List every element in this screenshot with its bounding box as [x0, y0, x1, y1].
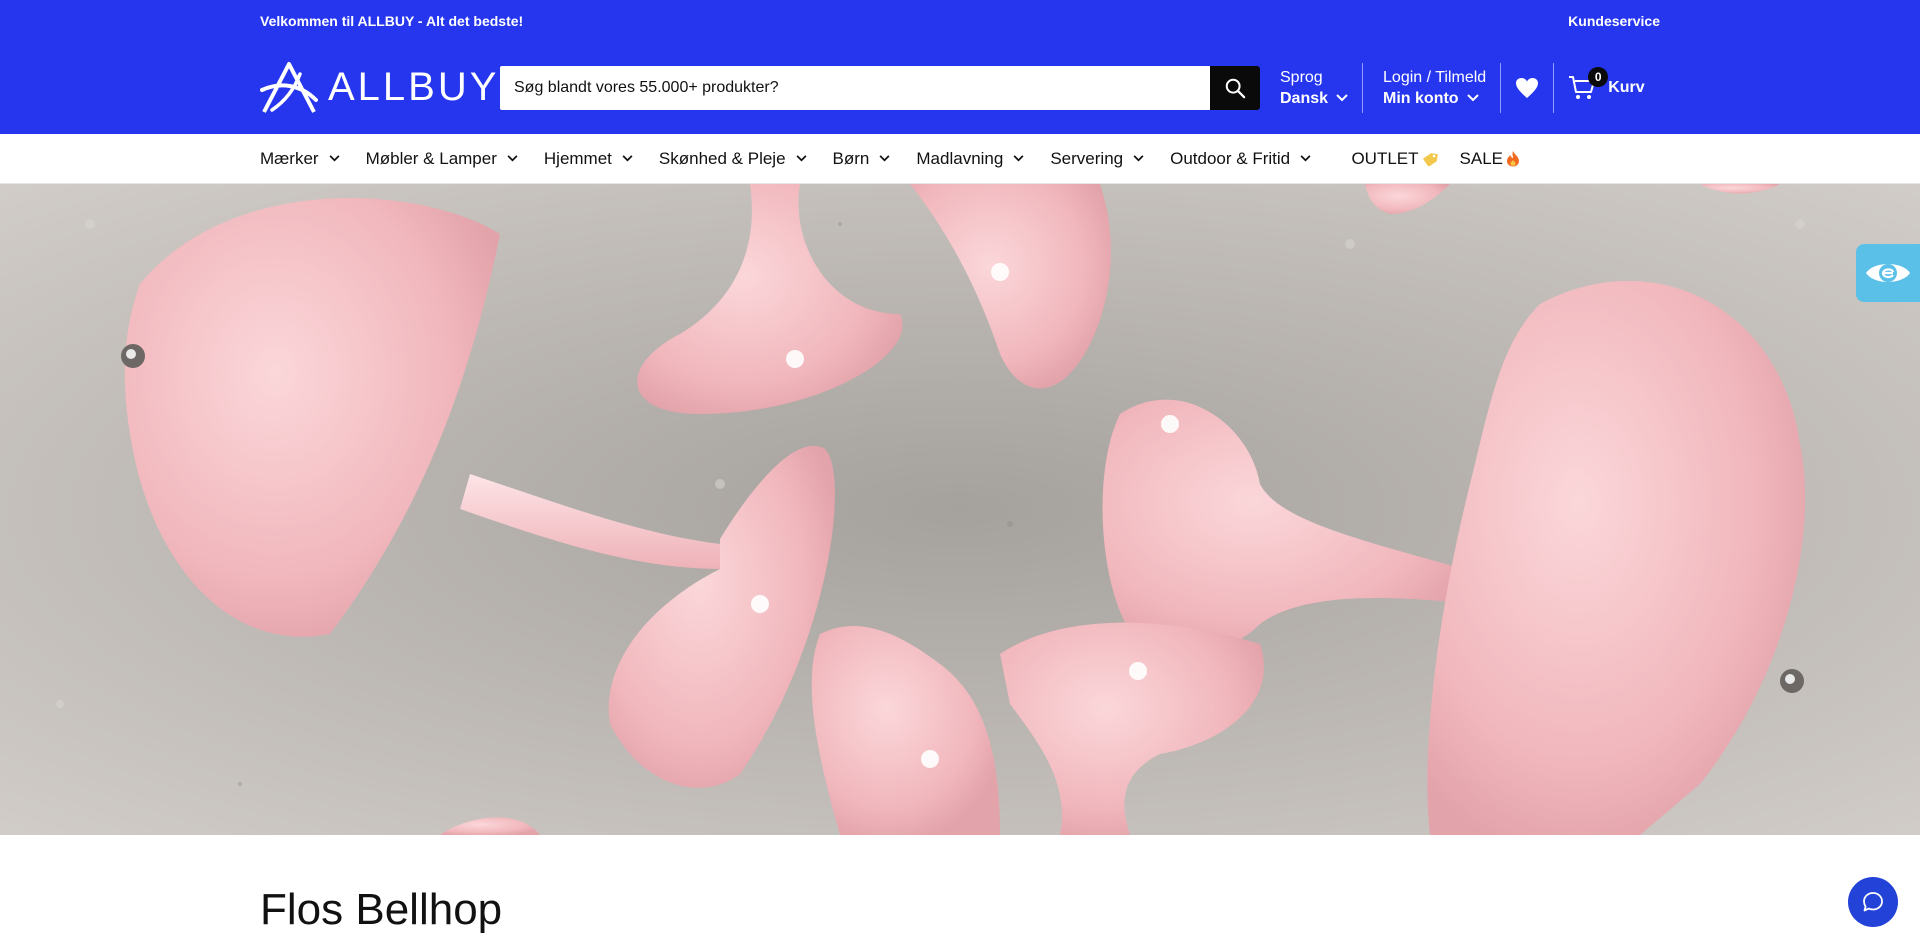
nav-item-born[interactable]: Børn — [833, 149, 891, 169]
logo[interactable]: ALLBUY — [260, 60, 500, 116]
chevron-down-icon — [1466, 94, 1479, 102]
chevron-down-icon — [1133, 155, 1144, 162]
accessibility-button[interactable] — [1856, 244, 1920, 302]
account-label: Login / Tilmeld — [1383, 68, 1487, 86]
chat-icon — [1863, 892, 1883, 912]
search-icon — [1225, 78, 1246, 98]
cart-count-badge: 0 — [1588, 66, 1609, 87]
nav-item-label: Hjemmet — [543, 148, 612, 168]
tag-icon — [1422, 152, 1438, 166]
nav-promos: OUTLET SALE — [1351, 149, 1520, 169]
language-selector[interactable]: Sprog Dansk — [1280, 67, 1348, 109]
nav-item-madlavning[interactable]: Madlavning — [916, 149, 1024, 169]
nav-item-sale[interactable]: SALE — [1460, 149, 1520, 169]
language-label: Sprog — [1280, 68, 1323, 86]
chevron-down-icon — [622, 155, 633, 162]
header-divider — [1553, 62, 1555, 113]
allbuy-logo-icon — [260, 61, 318, 113]
nav-item-label: Børn — [832, 148, 870, 168]
chevron-down-icon — [1013, 155, 1024, 162]
page-title: Flos Bellhop — [260, 885, 503, 934]
nav-item-label: Madlavning — [916, 148, 1004, 168]
hero-image — [0, 184, 1920, 835]
cart-button[interactable]: 0 Kurv — [1568, 66, 1645, 101]
chevron-down-icon — [879, 155, 890, 162]
search-bar — [500, 65, 1260, 110]
header-divider — [1362, 62, 1364, 113]
nav-item-hjemmet[interactable]: Hjemmet — [544, 149, 633, 169]
accessibility-eye-icon — [1866, 264, 1910, 282]
search-button[interactable] — [1210, 65, 1260, 110]
hero-banner — [0, 184, 1920, 835]
outlet-label: OUTLET — [1351, 148, 1419, 168]
flame-icon — [1507, 151, 1519, 167]
chevron-down-icon — [796, 155, 807, 162]
welcome-text: Velkommen til ALLBUY - Alt det bedste! — [260, 12, 524, 29]
heart-icon — [1516, 77, 1539, 98]
nav-item-label: Møbler & Lamper — [365, 148, 497, 168]
nav-item-label: Outdoor & Fritid — [1170, 148, 1291, 168]
nav-item-mobler-lamper[interactable]: Møbler & Lamper — [366, 149, 518, 169]
cart-label: Kurv — [1608, 78, 1645, 96]
nav-item-maerker[interactable]: Mærker — [260, 149, 340, 169]
language-value: Dansk — [1280, 89, 1329, 107]
chevron-down-icon — [1336, 94, 1348, 102]
account-value: Min konto — [1383, 89, 1459, 107]
chevron-down-icon — [329, 155, 340, 162]
header-divider — [1500, 62, 1502, 113]
account-menu[interactable]: Login / Tilmeld Min konto — [1383, 67, 1486, 109]
chat-button[interactable] — [1848, 877, 1898, 927]
search-input[interactable] — [500, 65, 1210, 110]
main-navigation: Mærker Møbler & Lamper Hjemmet Skønhed &… — [0, 134, 1920, 184]
collection-header: Flos Bellhop — [260, 885, 502, 935]
nav-item-servering[interactable]: Servering — [1050, 149, 1144, 169]
chevron-down-icon — [507, 155, 518, 162]
nav-item-outdoor-fritid[interactable]: Outdoor & Fritid — [1170, 149, 1311, 169]
logo-text: ALLBUY — [328, 65, 500, 109]
sale-label: SALE — [1459, 148, 1503, 168]
nav-item-label: Servering — [1050, 148, 1124, 168]
site-header: ALLBUY Sprog Dansk Login / Tilmeld Min k… — [0, 41, 1920, 134]
nav-item-skonhed-pleje[interactable]: Skønhed & Pleje — [659, 149, 807, 169]
customer-service-link[interactable]: Kundeservice — [1568, 13, 1660, 29]
announcement-bar: Velkommen til ALLBUY - Alt det bedste! K… — [0, 0, 1920, 41]
wishlist-button[interactable] — [1515, 77, 1539, 99]
nav-item-outlet[interactable]: OUTLET — [1351, 148, 1438, 169]
nav-item-label: Skønhed & Pleje — [658, 148, 786, 168]
nav-item-label: Mærker — [260, 148, 319, 168]
chevron-down-icon — [1300, 155, 1311, 162]
